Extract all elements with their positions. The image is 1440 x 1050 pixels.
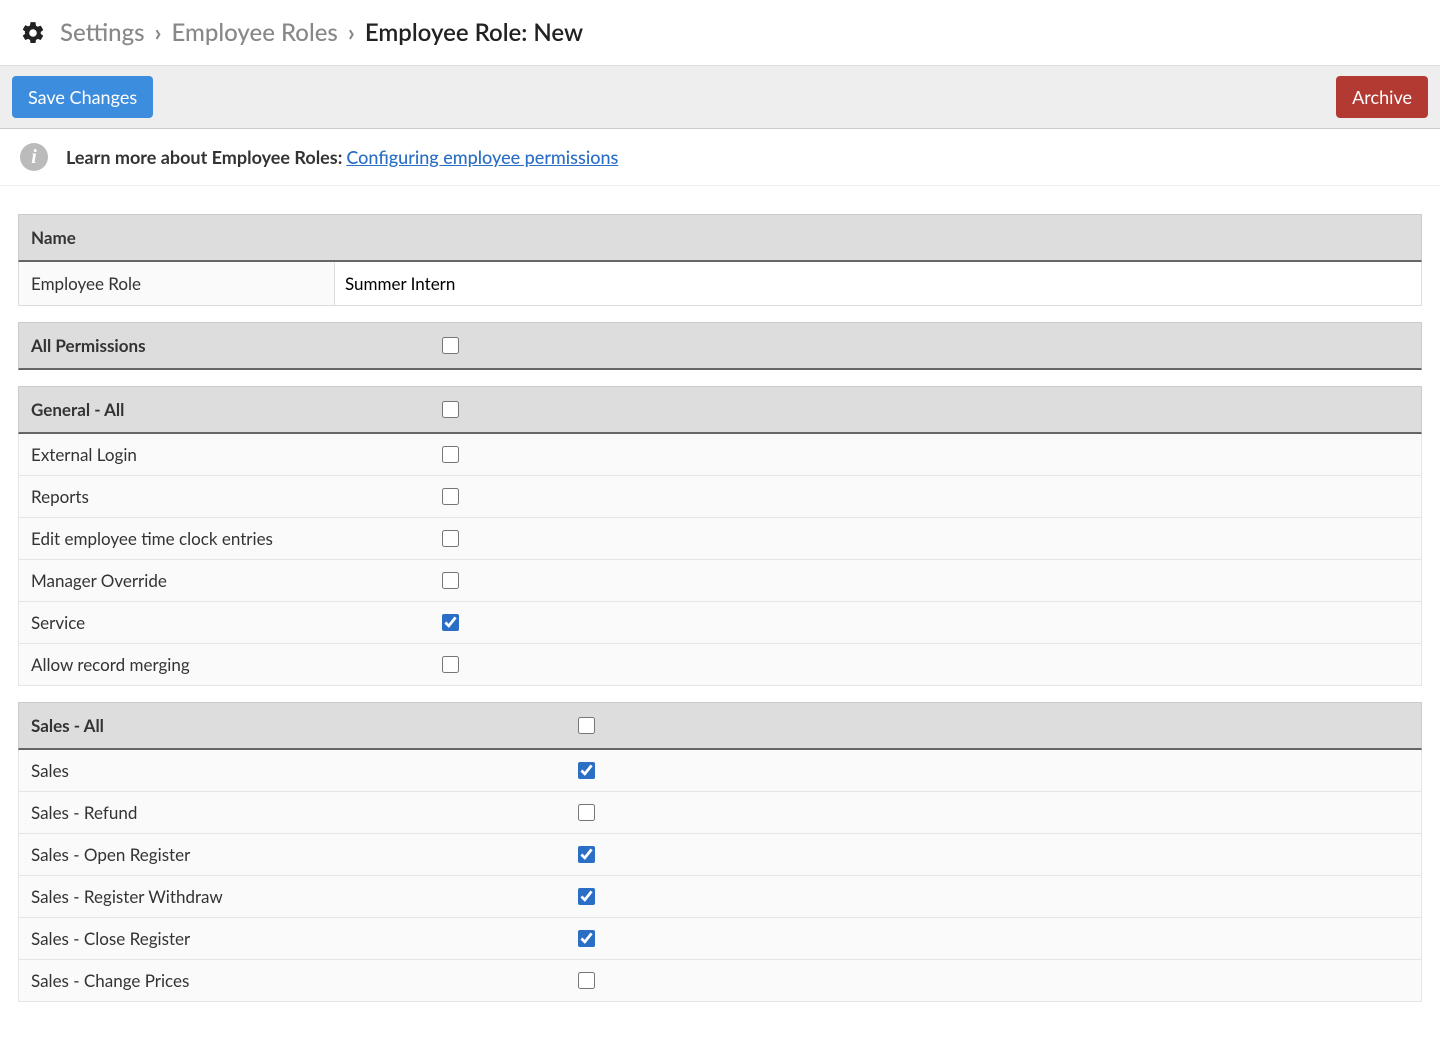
all-permissions-checkbox[interactable] <box>442 337 459 354</box>
archive-button[interactable]: Archive <box>1336 76 1428 118</box>
sales-item-label-2: Sales - Open Register <box>31 844 190 865</box>
perm-row: External Login <box>18 434 1422 476</box>
info-prefix: Learn more about Employee Roles: <box>66 146 342 168</box>
general-item-checkbox-2[interactable] <box>442 530 459 547</box>
general-item-label-5: Allow record merging <box>31 654 190 675</box>
sales-item-label-1: Sales - Refund <box>31 802 137 823</box>
general-item-label-0: External Login <box>31 444 137 465</box>
general-all-checkbox[interactable] <box>442 401 459 418</box>
sales-item-checkbox-5[interactable] <box>578 972 595 989</box>
general-item-checkbox-4[interactable] <box>442 614 459 631</box>
sales-label: Sales - All <box>31 715 104 736</box>
breadcrumb-settings[interactable]: Settings <box>60 18 145 47</box>
perm-row: Sales - Register Withdraw <box>18 876 1422 918</box>
sales-all-checkbox[interactable] <box>578 717 595 734</box>
perm-row: Sales - Refund <box>18 792 1422 834</box>
general-item-checkbox-1[interactable] <box>442 488 459 505</box>
sales-items: Sales Sales - Refund Sales - Open Register… <box>18 750 1422 1002</box>
breadcrumb: Settings › Employee Roles › Employee Rol… <box>0 0 1440 66</box>
general-label: General - All <box>31 399 124 420</box>
perm-row: Reports <box>18 476 1422 518</box>
general-header: General - All <box>18 386 1422 434</box>
chevron-right-icon: › <box>155 18 162 47</box>
perm-row: Edit employee time clock entries <box>18 518 1422 560</box>
sales-item-label-5: Sales - Change Prices <box>31 970 189 991</box>
name-row: Employee Role <box>18 262 1422 306</box>
info-link[interactable]: Configuring employee permissions <box>346 146 618 168</box>
perm-row: Sales - Open Register <box>18 834 1422 876</box>
perm-row: Service <box>18 602 1422 644</box>
general-items: External Login Reports Edit employee time … <box>18 434 1422 686</box>
breadcrumb-current: Employee Role: New <box>365 18 583 47</box>
sales-item-checkbox-3[interactable] <box>578 888 595 905</box>
general-item-label-3: Manager Override <box>31 570 167 591</box>
employee-role-input[interactable] <box>335 262 1421 305</box>
info-bar: i Learn more about Employee Roles: Confi… <box>0 129 1440 186</box>
all-permissions-header: All Permissions <box>18 322 1422 370</box>
sales-item-label-4: Sales - Close Register <box>31 928 190 949</box>
all-permissions-label: All Permissions <box>31 335 146 356</box>
save-button[interactable]: Save Changes <box>12 76 153 118</box>
general-item-label-4: Service <box>31 612 85 633</box>
sales-item-label-3: Sales - Register Withdraw <box>31 886 223 907</box>
general-item-label-2: Edit employee time clock entries <box>31 528 273 549</box>
general-item-label-1: Reports <box>31 486 89 507</box>
general-item-checkbox-3[interactable] <box>442 572 459 589</box>
sales-item-checkbox-1[interactable] <box>578 804 595 821</box>
chevron-right-icon: › <box>348 18 355 47</box>
breadcrumb-roles[interactable]: Employee Roles <box>172 18 338 47</box>
perm-row: Manager Override <box>18 560 1422 602</box>
perm-row: Sales <box>18 750 1422 792</box>
name-section-header: Name <box>18 214 1422 262</box>
perm-row: Allow record merging <box>18 644 1422 686</box>
sales-item-checkbox-0[interactable] <box>578 762 595 779</box>
perm-row: Sales - Close Register <box>18 918 1422 960</box>
employee-role-label: Employee Role <box>19 262 335 305</box>
sales-item-checkbox-4[interactable] <box>578 930 595 947</box>
info-icon: i <box>20 143 48 171</box>
general-item-checkbox-0[interactable] <box>442 446 459 463</box>
content: Name Employee Role All Permissions Gener… <box>0 186 1440 1002</box>
action-bar: Save Changes Archive <box>0 66 1440 129</box>
general-item-checkbox-5[interactable] <box>442 656 459 673</box>
perm-row: Sales - Change Prices <box>18 960 1422 1002</box>
sales-item-label-0: Sales <box>31 760 69 781</box>
sales-header: Sales - All <box>18 702 1422 750</box>
sales-item-checkbox-2[interactable] <box>578 846 595 863</box>
gear-icon <box>20 20 46 46</box>
